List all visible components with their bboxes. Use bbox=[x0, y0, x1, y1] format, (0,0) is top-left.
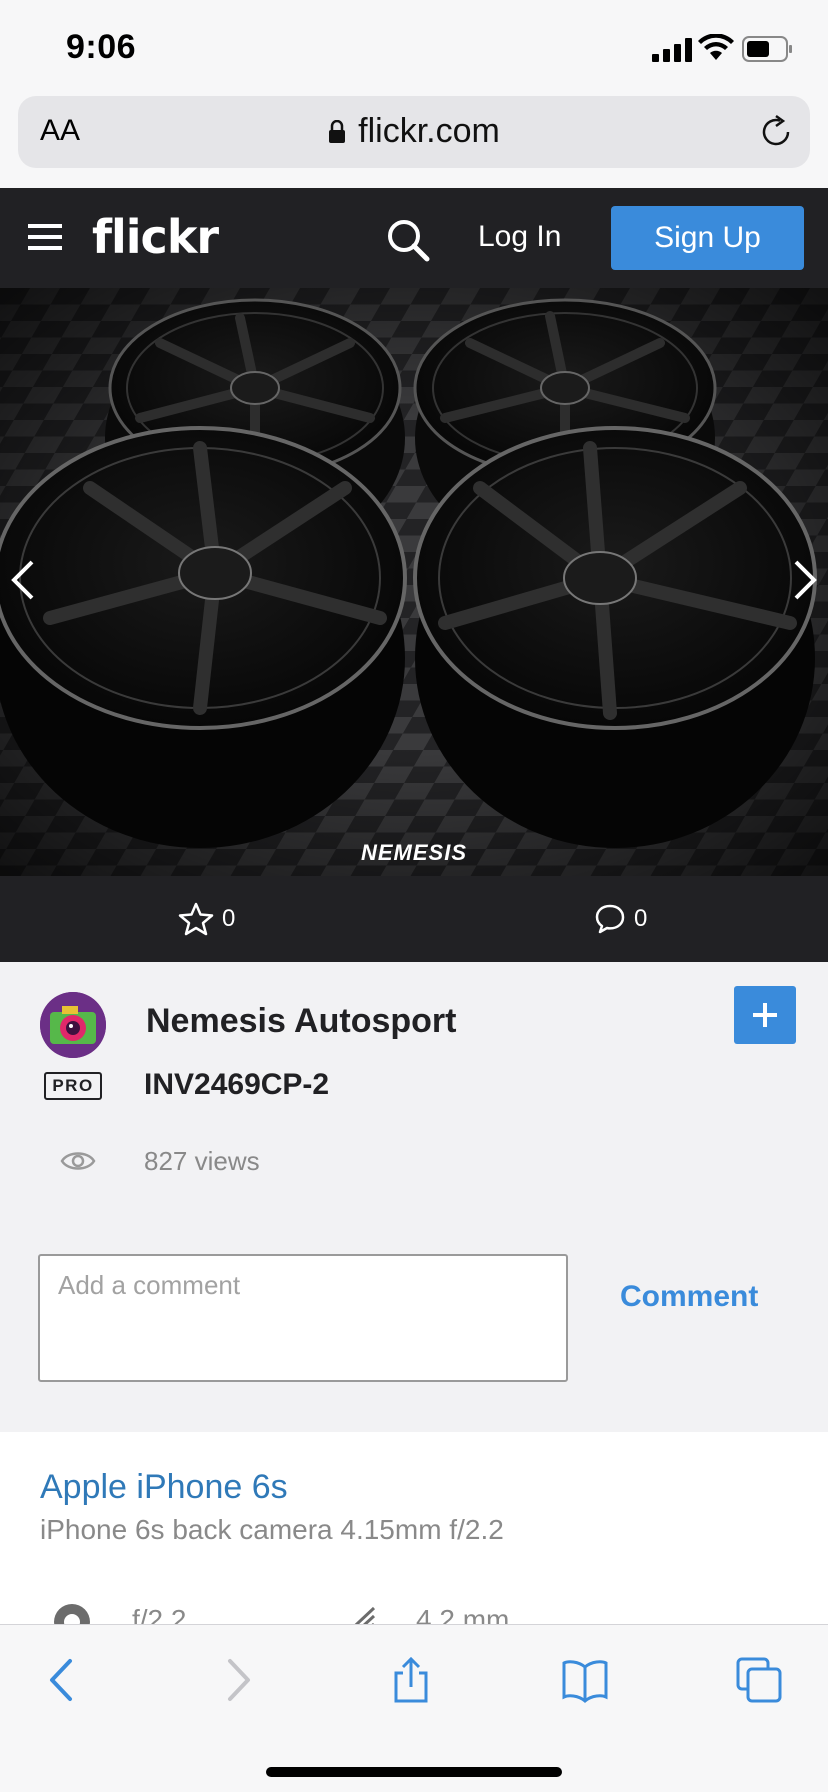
fave-count: 0 bbox=[222, 905, 236, 932]
status-bar: 9:06 bbox=[0, 0, 828, 96]
plus-icon bbox=[753, 1003, 777, 1027]
signup-button[interactable]: Sign Up bbox=[611, 206, 804, 270]
browser-address-bar: AA flickr.com bbox=[0, 96, 828, 188]
next-photo-icon[interactable] bbox=[790, 558, 820, 602]
previous-photo-icon[interactable] bbox=[8, 558, 38, 602]
url-text: flickr.com bbox=[358, 112, 500, 150]
camera-info: Apple iPhone 6s iPhone 6s back camera 4.… bbox=[0, 1432, 828, 1640]
owner-name-link[interactable]: Nemesis Autosport bbox=[146, 1002, 456, 1041]
eye-icon bbox=[60, 1152, 96, 1170]
browser-toolbar bbox=[0, 1624, 828, 1792]
hamburger-menu-icon[interactable] bbox=[28, 222, 62, 252]
avatar[interactable] bbox=[40, 992, 106, 1058]
camera-name-link[interactable]: Apple iPhone 6s bbox=[40, 1468, 288, 1507]
forward-icon[interactable] bbox=[212, 1655, 262, 1705]
site-header: flickr Log In Sign Up bbox=[0, 188, 828, 288]
photo-image bbox=[0, 288, 828, 876]
camera-avatar-icon bbox=[40, 992, 106, 1058]
wifi-icon bbox=[698, 34, 734, 60]
battery-icon bbox=[742, 36, 792, 62]
comment-count: 0 bbox=[634, 905, 648, 932]
tabs-icon[interactable] bbox=[734, 1655, 784, 1705]
login-link[interactable]: Log In bbox=[478, 220, 561, 254]
url-field[interactable]: AA flickr.com bbox=[18, 96, 810, 168]
photo-title: INV2469CP-2 bbox=[144, 1068, 330, 1101]
fave-button[interactable]: 0 bbox=[178, 900, 235, 938]
photo-action-bar: 0 0 bbox=[0, 876, 828, 962]
reload-icon[interactable] bbox=[758, 114, 794, 150]
lens-info: iPhone 6s back camera 4.15mm f/2.2 bbox=[40, 1514, 504, 1545]
photo-info: Nemesis Autosport PRO INV2469CP-2 827 vi… bbox=[0, 962, 828, 1432]
comment-bubble-icon bbox=[595, 904, 625, 934]
photo-viewer[interactable]: NEMESIS bbox=[0, 288, 828, 876]
wheel-front-left bbox=[0, 426, 407, 848]
status-time: 9:06 bbox=[66, 28, 137, 66]
follow-button[interactable] bbox=[734, 986, 796, 1044]
photo-watermark: NEMESIS bbox=[360, 840, 468, 865]
search-icon[interactable] bbox=[386, 218, 430, 262]
home-indicator bbox=[266, 1767, 562, 1777]
pro-badge: PRO bbox=[44, 1072, 102, 1100]
bookmarks-icon[interactable] bbox=[560, 1655, 610, 1705]
cellular-signal-icon bbox=[652, 38, 692, 62]
wheel-front-right bbox=[413, 426, 817, 848]
view-count: 827 views bbox=[144, 1146, 260, 1176]
comment-input[interactable] bbox=[38, 1254, 568, 1382]
flickr-logo[interactable]: flickr bbox=[92, 210, 219, 264]
url-display[interactable]: flickr.com bbox=[18, 112, 810, 151]
back-icon[interactable] bbox=[38, 1655, 88, 1705]
comment-submit-button[interactable]: Comment bbox=[620, 1280, 758, 1314]
star-icon bbox=[178, 902, 214, 936]
lock-icon bbox=[329, 120, 346, 143]
share-icon[interactable] bbox=[386, 1655, 436, 1705]
comments-button[interactable]: 0 bbox=[594, 900, 647, 938]
